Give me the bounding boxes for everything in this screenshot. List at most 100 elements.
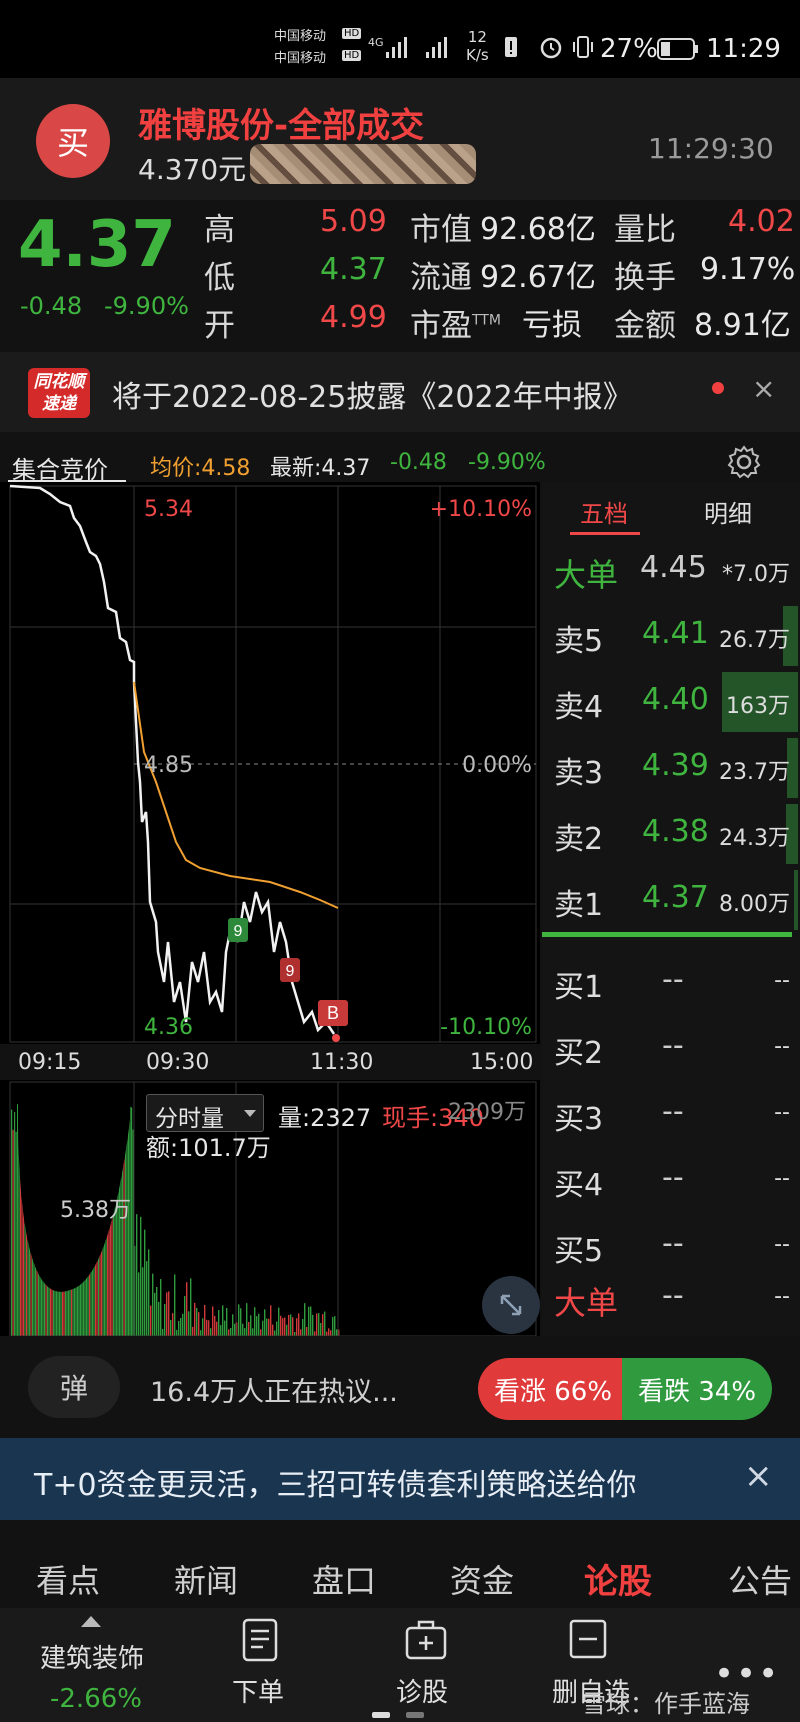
- buy-level-row: 买2 -- --: [542, 1012, 800, 1078]
- news-banner[interactable]: 同花顺 速递 将于2022-08-25披露《2022年中报》: [0, 352, 800, 432]
- volume-bar: [278, 1307, 280, 1336]
- sector-name[interactable]: 建筑装饰: [40, 1638, 144, 1675]
- buy-level-row: 买3 -- --: [542, 1078, 800, 1144]
- news-close-button[interactable]: ×: [752, 372, 775, 405]
- volume-bar: [328, 1328, 330, 1336]
- net-speed: 12 K/s: [466, 28, 489, 64]
- amount-label: 金额: [614, 308, 676, 344]
- volume-bar: [158, 1301, 160, 1336]
- diagnose-kit-icon: [405, 1620, 447, 1660]
- battery-percent: 27%: [600, 34, 658, 64]
- volume-bar: [166, 1292, 168, 1336]
- volume-bar: [178, 1320, 180, 1336]
- volume-bar: [270, 1305, 272, 1336]
- volume-bar: [190, 1278, 192, 1336]
- status-bar: 中国移动 中国移动 HD HD 4G 12 K/s 27% 11:29: [0, 0, 800, 78]
- expand-up-icon[interactable]: [80, 1614, 102, 1628]
- marker-3-text: B: [327, 1003, 339, 1023]
- volume-bar: [224, 1320, 226, 1336]
- pe-label: 市盈TTM: [410, 300, 501, 345]
- tab-orderbook[interactable]: 盘口: [312, 1556, 376, 1602]
- volume-bar: [148, 1249, 150, 1336]
- alarm-icon: [540, 37, 562, 59]
- tab-highlights[interactable]: 看点: [36, 1556, 100, 1602]
- bullish-vote-button[interactable]: 看涨 66%: [478, 1358, 628, 1420]
- net-speed-unit: K/s: [466, 46, 489, 64]
- volume-bar: [286, 1324, 288, 1336]
- pe-label-text: 市盈: [410, 308, 472, 344]
- bearish-vote-button[interactable]: 看跌 34%: [622, 1358, 772, 1420]
- clock: 11:29: [706, 34, 781, 64]
- volume-bar: [170, 1319, 172, 1336]
- promo-close-button[interactable]: ×: [744, 1456, 773, 1496]
- volume-bar: [154, 1292, 156, 1336]
- tab-announcements[interactable]: 公告: [728, 1556, 792, 1602]
- tick-1130: 11:30: [310, 1050, 374, 1075]
- buy-level-volume: --: [774, 1100, 790, 1125]
- volume-bar: [152, 1273, 154, 1336]
- tab-detail[interactable]: 明细: [704, 494, 752, 529]
- tab-five-levels[interactable]: 五档: [580, 494, 628, 529]
- dropdown-icon: [244, 1110, 256, 1117]
- tab-funds[interactable]: 资金: [450, 1556, 514, 1602]
- diagnose-label: 诊股: [396, 1678, 449, 1708]
- volume-mode-select[interactable]: 分时量: [146, 1094, 264, 1132]
- intraday-price-chart[interactable]: 9 9 B 5.34 +10.10% 4.85 0.00% 4.36 -10.1…: [0, 482, 540, 1062]
- volume-bar: [316, 1313, 318, 1336]
- network-type: 4G: [368, 36, 384, 49]
- promo-banner[interactable]: T+0资金更灵活，三招可转债套利策略送给你 ×: [0, 1438, 800, 1520]
- low-value: 4.37: [320, 252, 387, 287]
- content-tabs: 看点 新闻 盘口 资金 论股 公告: [0, 1530, 800, 1608]
- diagnose-button[interactable]: 诊股: [396, 1618, 476, 1714]
- mid-price-label: 4.85: [144, 753, 193, 778]
- bottom-price-label: 4.36: [144, 1015, 193, 1040]
- signal-marker-2: 9: [280, 958, 300, 982]
- volume-bar: [126, 1134, 128, 1336]
- order-button[interactable]: 下单: [222, 1618, 302, 1714]
- buy-level-row: 买1 -- --: [542, 946, 800, 1012]
- volume-bar: [125, 1125, 127, 1336]
- volume-bar: [172, 1313, 174, 1336]
- volume-bar: [198, 1312, 200, 1336]
- volume-bar: [168, 1291, 170, 1336]
- volume-bar: [324, 1311, 326, 1336]
- danmaku-toggle-button[interactable]: 弹: [28, 1356, 120, 1418]
- time-axis: 09:15 09:30 11:30 15:00: [0, 1046, 540, 1080]
- volume-bar: [308, 1306, 310, 1336]
- news-text[interactable]: 将于2022-08-25披露《2022年中报》: [112, 372, 633, 416]
- expand-button[interactable]: [482, 1276, 540, 1334]
- volume-bar: [252, 1328, 254, 1336]
- promo-text[interactable]: T+0资金更灵活，三招可转债套利策略送给你: [34, 1460, 637, 1504]
- tab-news[interactable]: 新闻: [174, 1556, 238, 1602]
- volume-scale-label: 5.38万: [60, 1198, 131, 1223]
- volume-bar: [192, 1326, 194, 1336]
- volume-bar: [250, 1315, 252, 1336]
- volume-bar: [136, 1214, 138, 1336]
- settings-gear-icon[interactable]: [726, 444, 762, 480]
- volume-bar: [240, 1308, 242, 1336]
- big-order-bottom-row: 大单 -- --: [542, 1262, 800, 1328]
- volume-bar: [186, 1282, 188, 1336]
- buy-button[interactable]: 买: [36, 104, 110, 178]
- sell-level-price: 4.38: [642, 814, 709, 849]
- volume-bar: [208, 1320, 210, 1336]
- volume-bar: [232, 1314, 234, 1336]
- discussion-count[interactable]: 16.4万人正在热议...: [150, 1370, 398, 1409]
- big-order-bottom-vol: --: [774, 1284, 790, 1309]
- latest-change: -0.48: [390, 450, 447, 475]
- volume-bar: [12, 1129, 14, 1336]
- amount-value-label: 额:101.7万: [146, 1134, 271, 1162]
- sell-level-price: 4.39: [642, 748, 709, 783]
- volume-bar: [292, 1317, 294, 1336]
- signal-marker-3: B: [318, 1000, 348, 1026]
- tab-forum[interactable]: 论股: [584, 1554, 652, 1603]
- volume-bar: [144, 1229, 146, 1336]
- sell-level-row: 卖5 4.41 26.7万: [542, 600, 800, 666]
- volume-bar: [258, 1313, 260, 1336]
- volume-bar: [268, 1318, 270, 1336]
- volume-bar: [312, 1314, 314, 1336]
- high-value: 5.09: [320, 204, 387, 239]
- avg-price: 均价:4.58: [150, 456, 251, 481]
- volume-bar: [262, 1320, 264, 1336]
- low-label: 低: [204, 260, 235, 296]
